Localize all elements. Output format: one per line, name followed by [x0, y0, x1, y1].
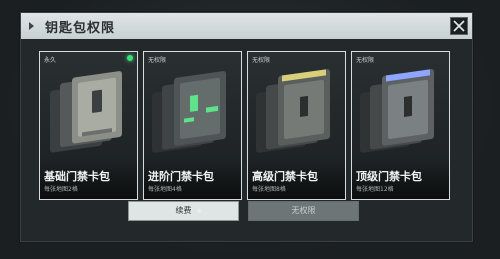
card-tag: 无权限 — [356, 57, 375, 64]
close-icon — [453, 20, 465, 32]
keycard-pack-basic[interactable]: 永久 基础门禁卡包 每张地图2格 — [39, 51, 138, 200]
keycard-case-icon — [256, 69, 330, 153]
keycard-pack-list: 永久 基础门禁卡包 每张地图2格 无权限 进阶门禁卡包 每张地图4格 无权限 高… — [39, 51, 450, 200]
status-dot-icon — [127, 55, 133, 61]
keycard-permission-dialog: 钥匙包权限 永久 基础门禁卡包 每张地图2格 无权限 进阶门禁卡包 每张地图4格… — [20, 12, 473, 242]
cursor-icon — [197, 209, 201, 213]
keycard-pack-advanced[interactable]: 无权限 进阶门禁卡包 每张地图4格 — [143, 51, 242, 200]
keycard-pack-senior[interactable]: 无权限 高级门禁卡包 每张地图8格 — [247, 51, 346, 200]
card-capacity: 每张地图4格 — [148, 186, 182, 193]
no-permission-button: 无权限 — [248, 201, 359, 221]
card-name: 顶级门禁卡包 — [356, 170, 422, 183]
dialog-title: 钥匙包权限 — [45, 21, 116, 36]
keycard-case-icon — [360, 69, 434, 153]
keycard-pack-top[interactable]: 无权限 顶级门禁卡包 每张地图12格 — [351, 51, 450, 200]
card-capacity: 每张地图12格 — [356, 186, 394, 193]
card-tag: 无权限 — [252, 57, 271, 64]
keycard-case-icon — [50, 71, 122, 153]
arrow-icon — [29, 22, 34, 30]
keycard-case-icon — [152, 71, 226, 153]
close-button[interactable] — [450, 17, 468, 35]
card-name: 进阶门禁卡包 — [148, 170, 214, 183]
card-name: 基础门禁卡包 — [44, 170, 110, 183]
card-tag: 永久 — [44, 57, 57, 64]
dialog-title-bar: 钥匙包权限 — [21, 13, 472, 39]
card-tag: 无权限 — [148, 57, 167, 64]
card-capacity: 每张地图8格 — [252, 186, 286, 193]
card-capacity: 每张地图2格 — [44, 186, 78, 193]
renew-button[interactable]: 续费 — [128, 201, 239, 221]
card-name: 高级门禁卡包 — [252, 170, 318, 183]
